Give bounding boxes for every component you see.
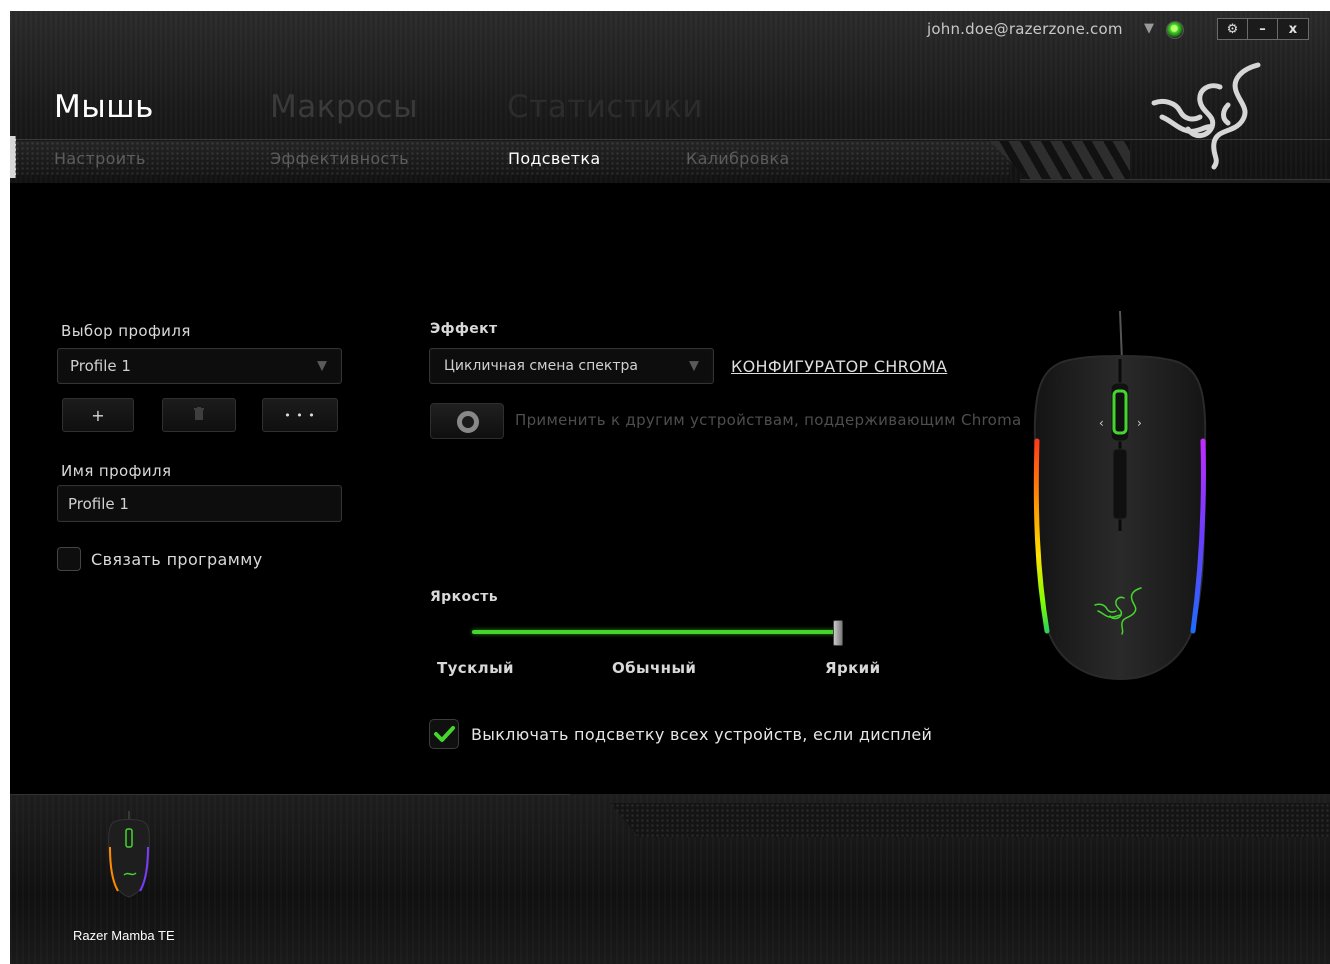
gear-icon: ⚙ xyxy=(1226,21,1239,37)
profile-name-value: Profile 1 xyxy=(68,494,129,513)
user-email[interactable]: john.doe@razerzone.com xyxy=(927,20,1123,38)
delete-profile-button[interactable] xyxy=(162,398,236,432)
brightness-tick-dim: Тусклый xyxy=(437,659,514,677)
effect-select[interactable]: Цикличная смена спектра ▼ xyxy=(429,348,714,384)
subtab-customize[interactable]: Настроить xyxy=(54,149,146,168)
brightness-slider-fill xyxy=(472,630,840,634)
profile-select[interactable]: Profile 1 ▼ xyxy=(57,348,342,384)
tab-mouse[interactable]: Мышь xyxy=(54,89,154,125)
chevron-down-icon[interactable]: ▼ xyxy=(1144,21,1154,36)
close-button[interactable]: x xyxy=(1278,19,1308,39)
more-options-button[interactable]: • • • xyxy=(262,398,338,432)
link-program-label: Связать программу xyxy=(91,550,263,569)
turn-off-lighting-label: Выключать подсветку всех устройств, если… xyxy=(471,725,933,744)
synapse-window: john.doe@razerzone.com ▼ ⚙ – x Мышь Макр… xyxy=(10,11,1330,964)
effect-label: Эффект xyxy=(430,321,498,337)
device-thumbnail-mouse[interactable] xyxy=(104,811,154,899)
brightness-slider[interactable] xyxy=(472,630,840,634)
razer-logo-icon xyxy=(1151,62,1261,170)
window-controls: ⚙ – x xyxy=(1217,18,1309,40)
brightness-label: Яркость xyxy=(430,589,498,605)
tab-macros[interactable]: Макросы xyxy=(270,89,418,125)
device-name-label[interactable]: Razer Mamba TE xyxy=(73,928,175,943)
profile-select-label: Выбор профиля xyxy=(61,322,191,340)
chevron-down-icon: ▼ xyxy=(689,358,699,374)
svg-text:‹: ‹ xyxy=(1099,416,1104,430)
add-profile-button[interactable]: + xyxy=(62,398,134,432)
device-bar-decoration xyxy=(610,803,1330,837)
settings-button[interactable]: ⚙ xyxy=(1218,19,1248,39)
brightness-tick-bright: Яркий xyxy=(825,659,881,677)
turn-off-lighting-checkbox[interactable] xyxy=(429,719,459,749)
tab-stats[interactable]: Статистики xyxy=(507,89,703,125)
mouse-device-image: ‹ › xyxy=(1033,311,1207,681)
trash-icon xyxy=(194,406,204,424)
subtab-lighting[interactable]: Подсветка xyxy=(508,149,600,168)
apply-to-chroma-devices-toggle[interactable] xyxy=(430,403,504,439)
profile-name-label: Имя профиля xyxy=(61,462,172,480)
online-status-icon xyxy=(1166,21,1184,39)
device-bar-divider xyxy=(10,794,570,795)
more-dots-icon: • • • xyxy=(284,408,316,422)
chroma-configurator-link[interactable]: КОНФИГУРАТОР CHROMA xyxy=(731,357,947,376)
subtab-performance[interactable]: Эффективность xyxy=(270,149,409,168)
profile-select-value: Profile 1 xyxy=(70,357,131,375)
link-program-checkbox[interactable] xyxy=(57,547,81,571)
toggle-knob-icon xyxy=(457,411,479,433)
brightness-tick-normal: Обычный xyxy=(612,659,697,677)
header-divider xyxy=(1020,179,1330,183)
window-edge-grip[interactable] xyxy=(10,136,16,178)
apply-to-chroma-devices-label: Применить к другим устройствам, поддержи… xyxy=(515,411,1022,429)
subtab-calibration[interactable]: Калибровка xyxy=(686,149,790,168)
effect-select-value: Цикличная смена спектра xyxy=(444,358,638,374)
svg-text:›: › xyxy=(1137,416,1142,430)
profile-name-input[interactable]: Profile 1 xyxy=(57,485,342,522)
brightness-slider-handle[interactable] xyxy=(833,620,843,646)
plus-icon: + xyxy=(91,405,105,425)
minimize-button[interactable]: – xyxy=(1248,19,1278,39)
checkmark-icon xyxy=(434,726,455,742)
chevron-down-icon: ▼ xyxy=(317,358,327,374)
